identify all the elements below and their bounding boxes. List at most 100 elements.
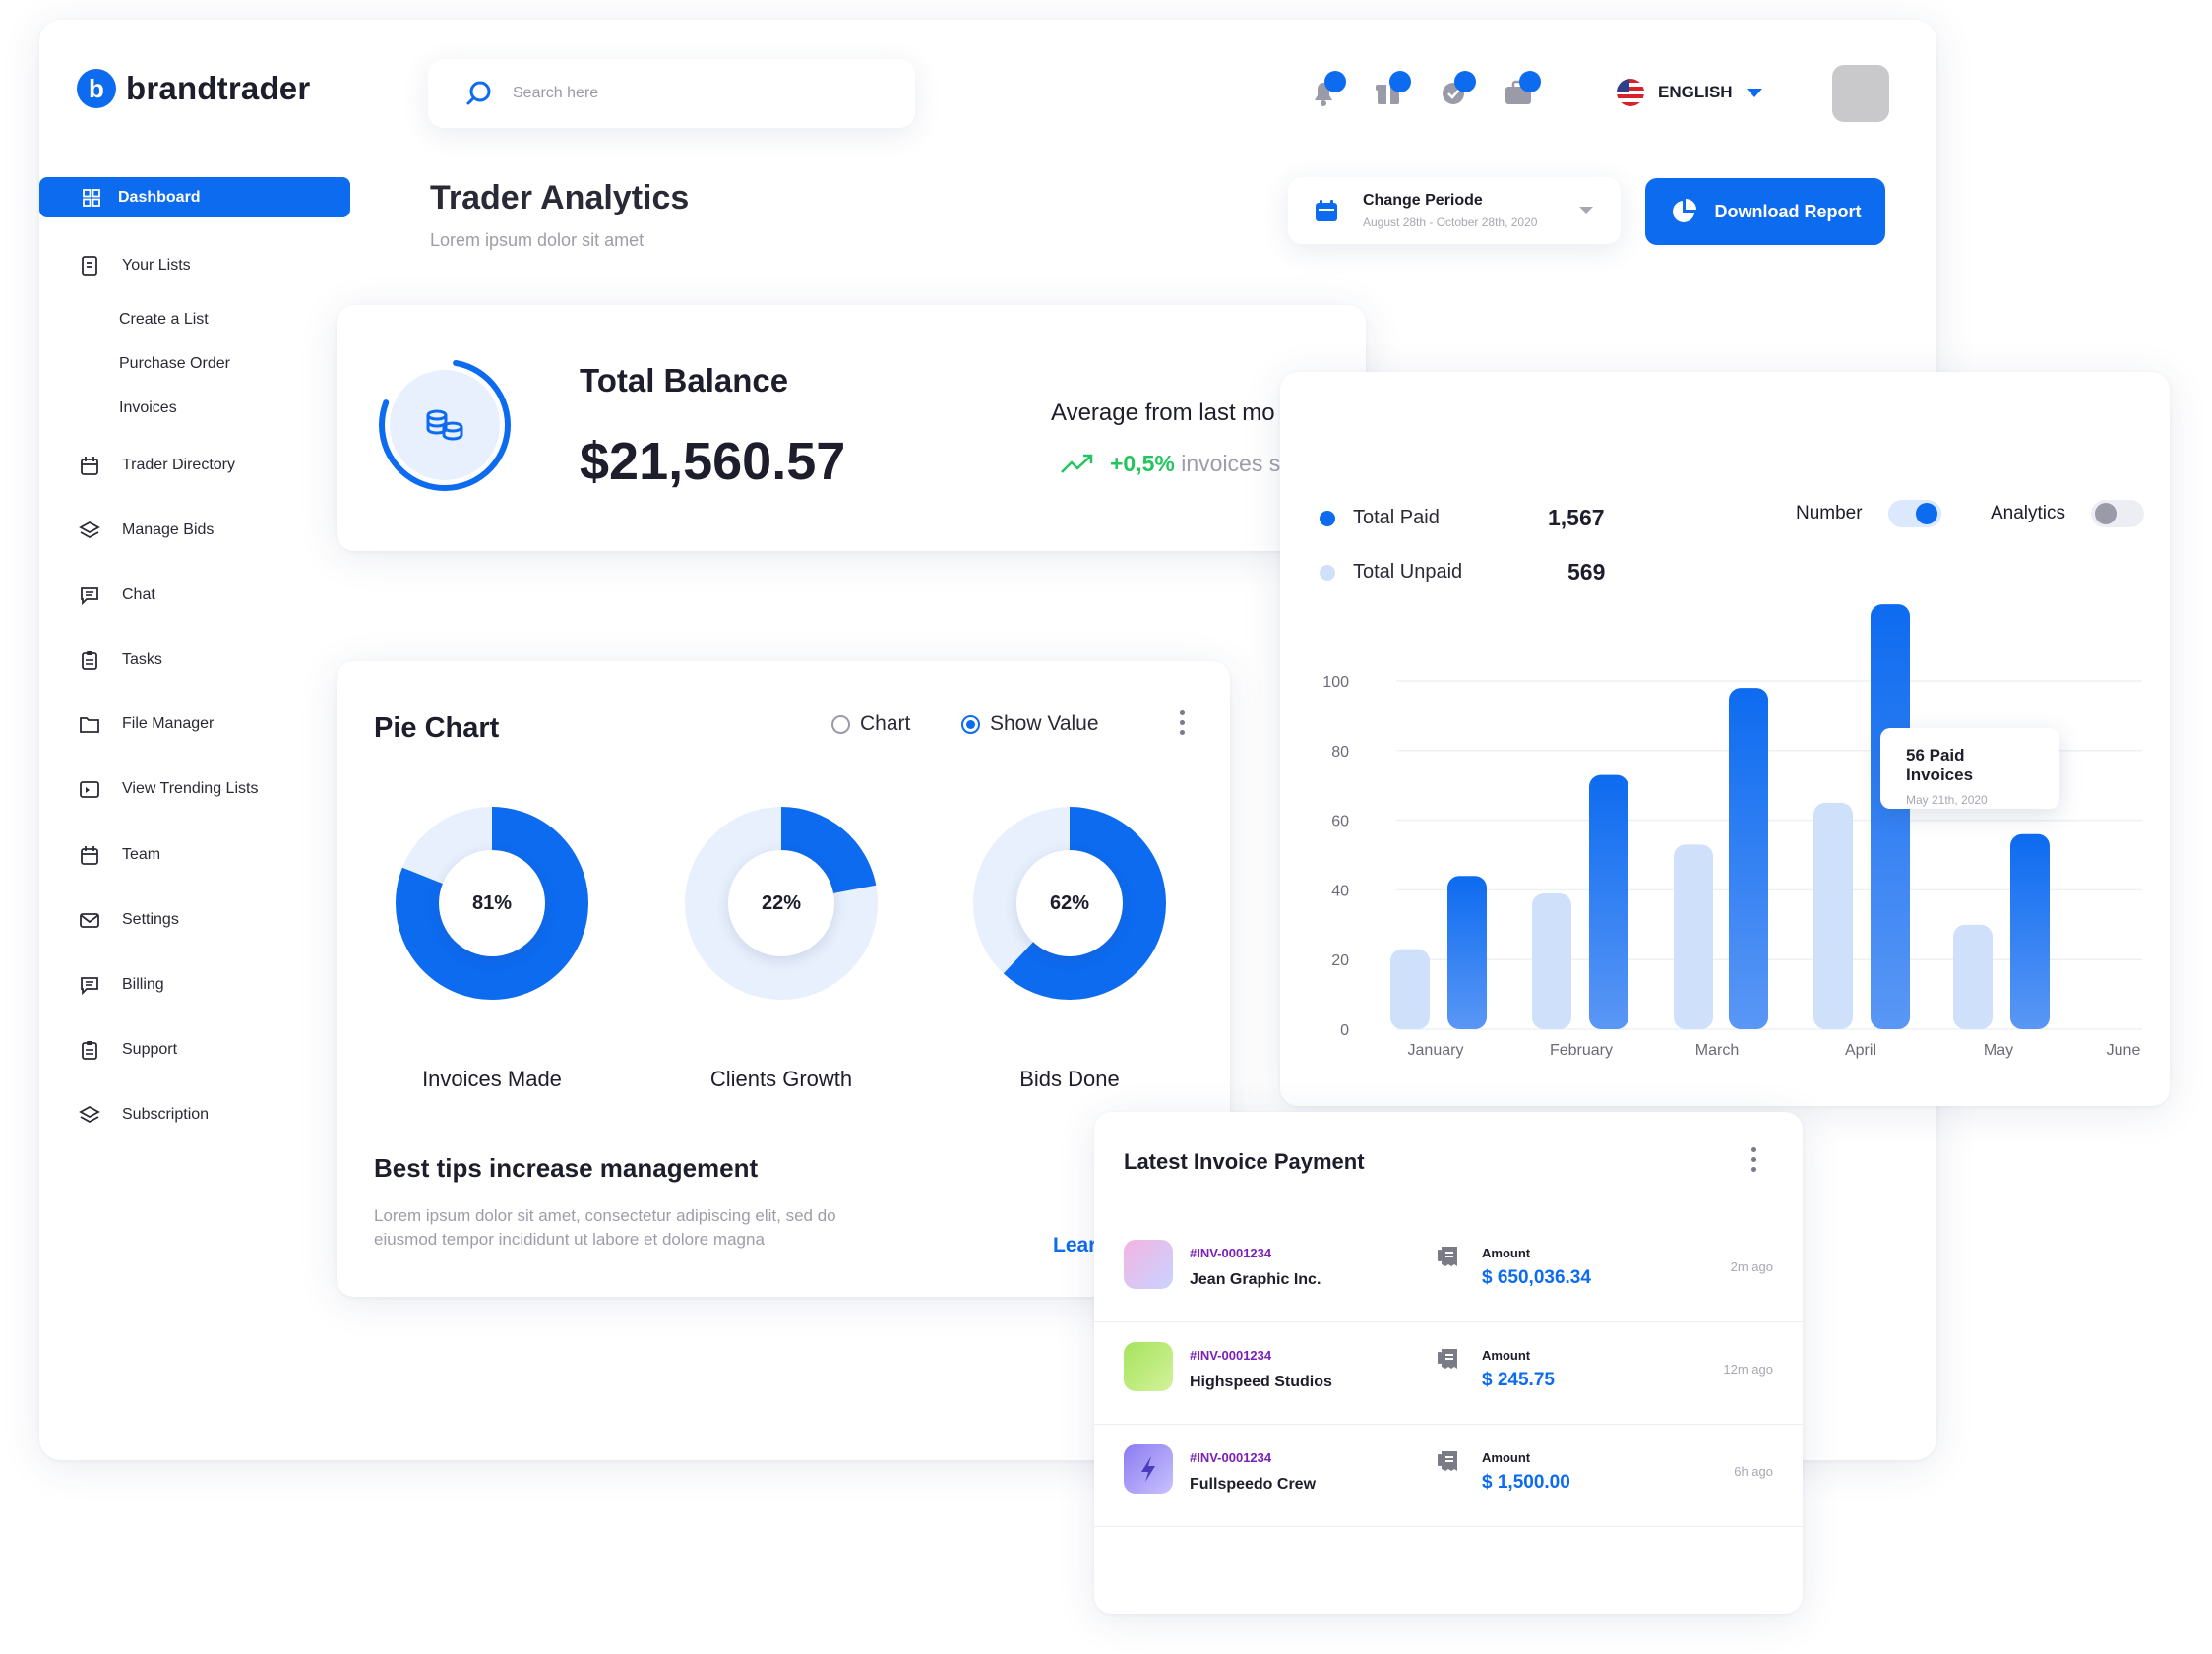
invoice-row[interactable]: #INV-0001234 Highspeed Studios Amount $ 245… (1094, 1322, 1803, 1425)
period-label: Change Periode (1363, 192, 1483, 209)
tips-title: Best tips increase management (374, 1153, 759, 1183)
sidebar-item-your-lists[interactable]: Your Lists (79, 255, 191, 276)
donut-label: Invoices Made (422, 1067, 562, 1091)
x-tick-label: May (1984, 1042, 2013, 1059)
mail-icon (80, 913, 99, 928)
invoice-id: #INV-0001234 (1190, 1246, 1272, 1260)
sidebar-item-tasks[interactable]: Tasks (79, 649, 162, 671)
brand-name: brandtrader (126, 70, 311, 106)
sidebar-item-file-manager[interactable]: File Manager (79, 713, 214, 735)
more-options-icon[interactable] (1180, 710, 1186, 740)
bar-paid[interactable] (1589, 774, 1628, 1029)
sidebar-item-chat[interactable]: Chat (79, 584, 155, 606)
list-icon (82, 256, 97, 276)
invoice-time: 12m ago (1723, 1362, 1773, 1377)
sidebar-item-label: Settings (122, 911, 179, 928)
notification-dot (1519, 71, 1541, 92)
sidebar-item-label: File Manager (122, 715, 215, 732)
sidebar-item-subscription[interactable]: Subscription (79, 1104, 209, 1126)
sidebar-item-label: Chat (122, 586, 155, 603)
sidebar-item-invoices[interactable]: Invoices (119, 399, 177, 417)
donut-value: 81% (439, 850, 545, 956)
sidebar-item-label: Subscription (122, 1106, 210, 1123)
sidebar-item-settings[interactable]: Settings (79, 909, 179, 931)
sidebar-item-team[interactable]: Team (79, 844, 160, 866)
sidebar-item-label: View Trending Lists (122, 780, 259, 797)
sidebar-item-support[interactable]: Support (79, 1039, 177, 1061)
invoice-row[interactable]: #INV-0001234 Fullspeedo Crew Amount $ 1,500… (1094, 1425, 1803, 1527)
gift-icon[interactable] (1372, 71, 1411, 108)
sidebar-item-manage-bids[interactable]: Manage Bids (79, 520, 214, 541)
sidebar-item-billing[interactable]: Billing (79, 974, 164, 996)
sidebar-item-dashboard[interactable]: Dashboard (39, 177, 350, 217)
latest-invoice-title: Latest Invoice Payment (1124, 1149, 1365, 1174)
average-change-value: +0,5% (1110, 451, 1175, 476)
bar-unpaid[interactable] (1813, 802, 1853, 1029)
calendar-icon (81, 846, 98, 865)
radio-show-value-circle[interactable] (961, 714, 980, 734)
avatar[interactable] (1832, 65, 1889, 122)
invoice-amount: $ 245.75 (1482, 1370, 1555, 1390)
invoice-company-icon (1124, 1342, 1173, 1391)
sidebar-item-trader-directory[interactable]: Trader Directory (79, 455, 235, 476)
bar-unpaid[interactable] (1674, 844, 1713, 1029)
us-flag-icon (1617, 79, 1644, 106)
radio-chart-circle[interactable] (831, 714, 850, 734)
receipt-icon (1438, 1349, 1457, 1369)
bar-paid[interactable] (1447, 876, 1487, 1029)
learn-more-link[interactable]: Lear (1053, 1234, 1096, 1257)
language-selector[interactable]: ENGLISH (1617, 79, 1762, 106)
latest-invoice-card: Latest Invoice Payment #INV-0001234 Jean … (1094, 1112, 1803, 1614)
bar-unpaid[interactable] (1390, 949, 1430, 1029)
search-icon (466, 81, 491, 105)
sidebar-item-label: Trader Directory (122, 457, 235, 473)
search-input[interactable] (513, 85, 887, 102)
sidebar-item-label: Your Lists (122, 257, 191, 274)
pie-chart-icon (1672, 199, 1696, 222)
y-tick-label: 80 (1331, 744, 1349, 761)
receipt-icon (1438, 1451, 1457, 1471)
chevron-down-icon (1746, 88, 1762, 97)
bar-unpaid[interactable] (1953, 924, 1993, 1029)
bar-paid[interactable] (1871, 604, 1910, 1029)
sidebar-item-label: Manage Bids (122, 521, 215, 538)
tips-text-line: eiusmod tempor incididunt ut labore et d… (374, 1230, 765, 1249)
clipboard-icon (82, 651, 97, 670)
sidebar-item-label: Purchase Order (119, 355, 230, 372)
download-report-button[interactable]: Download Report (1645, 178, 1885, 245)
sidebar-item-label: Billing (122, 976, 164, 993)
bar-paid[interactable] (2010, 833, 2050, 1029)
bell-icon[interactable] (1307, 71, 1346, 108)
clipboard-icon (82, 1041, 97, 1060)
more-options-icon[interactable] (1751, 1147, 1757, 1177)
sidebar-item-label: Tasks (122, 651, 162, 668)
brand-logo[interactable]: b brandtrader (77, 69, 310, 108)
invoice-id: #INV-0001234 (1190, 1450, 1272, 1465)
donut-value: 62% (1016, 850, 1123, 956)
invoice-company-name: Fullspeedo Crew (1190, 1476, 1317, 1493)
y-tick-label: 0 (1340, 1022, 1349, 1039)
invoice-company-icon (1124, 1240, 1173, 1289)
invoice-company-name: Jean Graphic Inc. (1190, 1271, 1321, 1288)
sidebar-item-purchase-order[interactable]: Purchase Order (119, 355, 230, 373)
bar-paid[interactable] (1729, 688, 1768, 1029)
tooltip-title: 56 Paid Invoices (1906, 746, 1974, 784)
language-label: ENGLISH (1658, 83, 1733, 101)
y-tick-label: 20 (1331, 952, 1349, 969)
search-bar[interactable] (428, 59, 915, 128)
invoice-company-name: Highspeed Studios (1190, 1374, 1332, 1390)
sidebar-item-view-trending-lists[interactable]: View Trending Lists (79, 778, 258, 800)
bar-unpaid[interactable] (1532, 892, 1571, 1029)
message-icon (81, 977, 98, 996)
grid-icon (83, 188, 100, 207)
radio-chart[interactable]: Chart (831, 712, 910, 736)
donut-chart: 22% (683, 805, 880, 1002)
chat-check-icon[interactable] (1437, 71, 1476, 108)
total-balance-card: Total Balance $21,560.57 Average from la… (337, 305, 1366, 551)
briefcase-icon[interactable] (1502, 71, 1541, 108)
sidebar-item-create-a-list[interactable]: Create a List (119, 311, 209, 329)
invoice-row[interactable]: #INV-0001234 Jean Graphic Inc. Amount $ 650… (1094, 1220, 1803, 1322)
radio-chart-label: Chart (860, 712, 911, 735)
period-selector[interactable]: Change Periode August 28th - October 28t… (1288, 177, 1621, 244)
radio-show-value[interactable]: Show Value (961, 712, 1099, 736)
